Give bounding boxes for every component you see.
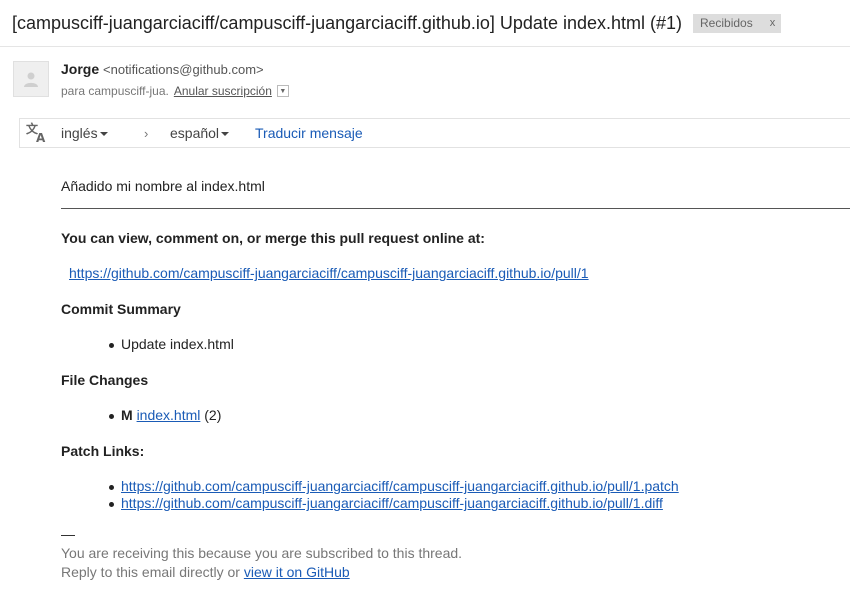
avatar[interactable] xyxy=(13,61,49,97)
svg-text:A: A xyxy=(36,131,46,144)
source-language-select[interactable]: inglés xyxy=(61,125,108,141)
translate-bar: 文 A inglés › español Traducir mensaje xyxy=(19,118,850,148)
changed-file-link[interactable]: index.html xyxy=(137,407,201,423)
footer-reply-text: Reply to this email directly or xyxy=(61,564,240,580)
diff-link[interactable]: https://github.com/campusciff-juangarcia… xyxy=(121,495,663,511)
list-item: M index.html (2) xyxy=(107,407,221,424)
patch-links-list: https://github.com/campusciff-juangarcia… xyxy=(107,478,679,512)
signature-dash: — xyxy=(61,526,75,542)
remove-label-button[interactable]: x xyxy=(770,14,776,33)
patch-links-heading: Patch Links: xyxy=(61,443,145,459)
recipient-text: para campusciff-jua. xyxy=(61,84,169,98)
footer-line-1: You are receiving this because you are s… xyxy=(61,545,463,561)
list-item: https://github.com/campusciff-juangarcia… xyxy=(107,478,679,495)
caret-down-icon xyxy=(221,132,230,137)
file-changes-heading: File Changes xyxy=(61,372,149,388)
target-language-label: español xyxy=(170,125,220,141)
list-item: Update index.html xyxy=(107,336,234,353)
file-status-badge: M xyxy=(121,407,133,423)
footer-line-2: Reply to this email directly or view it … xyxy=(61,564,350,580)
inbox-label-chip[interactable]: Recibidos x xyxy=(693,13,782,33)
file-changes-list: M index.html (2) xyxy=(107,407,221,424)
header-divider xyxy=(0,46,850,47)
view-on-github-link[interactable]: view it on GitHub xyxy=(244,564,350,580)
message-divider xyxy=(61,208,850,209)
person-icon xyxy=(24,72,38,87)
list-item: https://github.com/campusciff-juangarcia… xyxy=(107,495,679,512)
target-language-select[interactable]: español xyxy=(170,125,230,141)
unsubscribe-link[interactable]: Anular suscripción xyxy=(174,84,272,98)
sender-line: Jorge <notifications@github.com> xyxy=(61,61,264,77)
email-subject: [campusciff-juangarciaciff/campusciff-ju… xyxy=(12,12,683,33)
view-pr-heading: You can view, comment on, or merge this … xyxy=(61,230,485,246)
details-dropdown-button[interactable]: ▼ xyxy=(276,85,289,97)
commit-summary-heading: Commit Summary xyxy=(61,301,181,317)
commit-list: Update index.html xyxy=(107,336,234,353)
message-intro: Añadido mi nombre al index.html xyxy=(61,178,265,194)
chevron-right-icon: › xyxy=(144,125,149,141)
sender-address: <notifications@github.com> xyxy=(103,62,264,77)
caret-down-icon xyxy=(99,132,108,137)
email-subject-row: [campusciff-juangarciaciff/campusciff-ju… xyxy=(12,8,850,38)
pull-request-link[interactable]: https://github.com/campusciff-juangarcia… xyxy=(69,265,589,281)
patch-link[interactable]: https://github.com/campusciff-juangarcia… xyxy=(121,478,679,494)
translate-message-link[interactable]: Traducir mensaje xyxy=(255,125,363,141)
recipient-line: para campusciff-jua. Anular suscripción … xyxy=(61,84,289,98)
chevron-down-icon: ▼ xyxy=(279,87,287,95)
sender-name[interactable]: Jorge xyxy=(61,61,99,77)
source-language-label: inglés xyxy=(61,125,98,141)
file-change-count: (2) xyxy=(204,407,222,423)
translate-icon: 文 A xyxy=(25,121,49,147)
inbox-label-text: Recibidos xyxy=(700,15,753,30)
